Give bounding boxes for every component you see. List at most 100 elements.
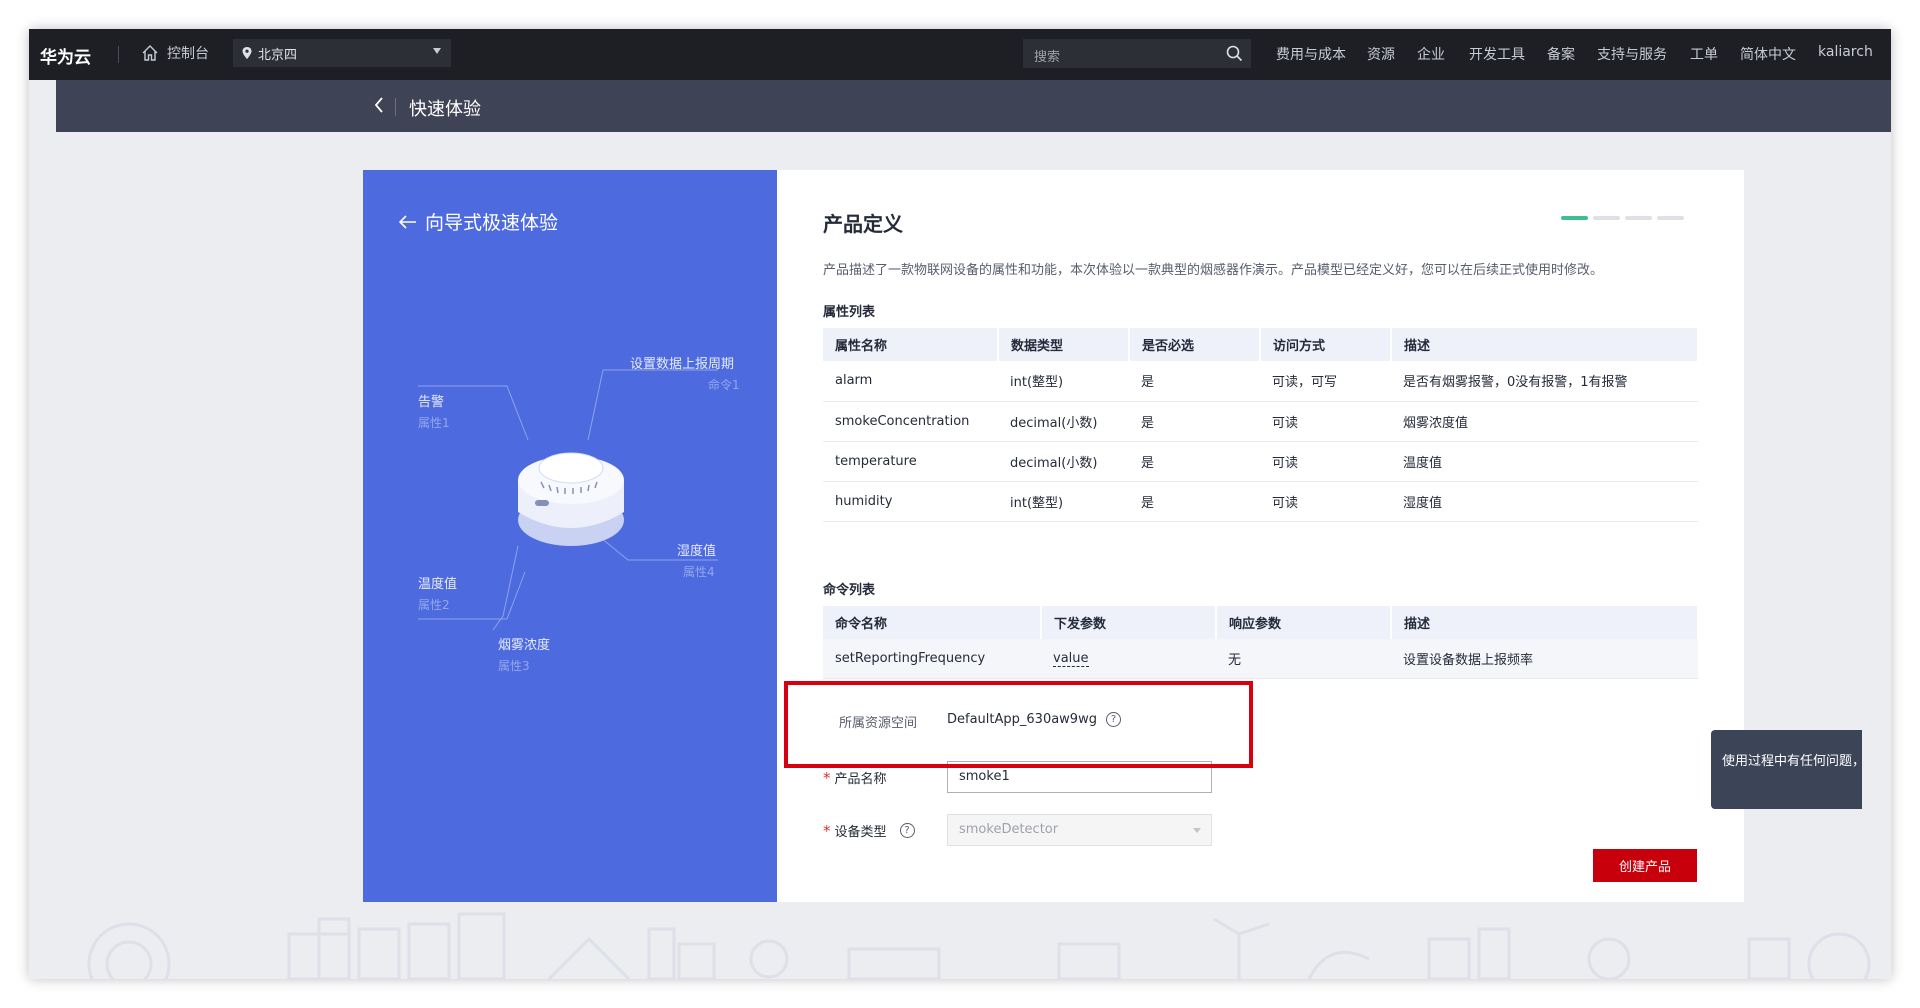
required-icon: *	[823, 769, 831, 787]
wizard-panel: 向导式极速体验 设置数据上报周期 命令1 告警 属性1 湿度值 属性4 温度值 …	[363, 170, 777, 902]
nav-enterprise[interactable]: 企业	[1417, 44, 1445, 64]
product-description: 产品描述了一款物联网设备的属性和功能，本次体验以一款典型的烟感器作演示。产品模型…	[823, 263, 1604, 278]
help-icon[interactable]: ?	[1105, 712, 1121, 727]
section-title: 产品定义	[823, 212, 903, 236]
resource-space-label: 所属资源空间	[839, 716, 918, 731]
region-label: 北京四	[258, 47, 298, 63]
diagram-label-alarm: 告警	[418, 395, 445, 410]
diagram-sub-attr3: 属性3	[498, 659, 530, 673]
cell: setReportingFrequency	[823, 639, 1041, 679]
chevron-down-icon	[433, 48, 441, 54]
diagram-label-set-period: 设置数据上报周期	[630, 357, 735, 372]
nav-devtools[interactable]: 开发工具	[1469, 44, 1525, 64]
cell: 无	[1216, 639, 1391, 679]
col-down-params: 下发参数	[1041, 606, 1217, 639]
product-definition-panel: 产品定义 产品描述了一款物联网设备的属性和功能，本次体验以一款典型的烟感器作演示…	[777, 170, 1744, 902]
cell: int(整型)	[998, 361, 1129, 402]
attr-list-title: 属性列表	[823, 305, 876, 320]
cell: decimal(小数)	[998, 441, 1129, 482]
region-select[interactable]: 北京四	[233, 39, 451, 67]
cell: 是否有烟雾报警，0没有报警，1有报警	[1391, 361, 1698, 402]
col-cmd-name: 命令名称	[823, 606, 1042, 639]
create-product-button[interactable]: 创建产品	[1593, 849, 1697, 882]
param-link[interactable]: value	[1053, 650, 1089, 667]
cmd-list-title: 命令列表	[823, 583, 876, 598]
cell: 湿度值	[1391, 481, 1698, 522]
step-4	[1657, 216, 1684, 220]
cell: temperature	[823, 441, 998, 482]
cell: 烟雾浓度值	[1391, 401, 1698, 442]
table-row: smokeConcentration decimal(小数) 是 可读 烟雾浓度…	[823, 401, 1698, 442]
chevron-left-icon[interactable]	[373, 96, 385, 114]
table-row: humidity int(整型) 是 可读 湿度值	[823, 481, 1698, 522]
diagram-label-humidity: 湿度值	[677, 544, 717, 559]
col-data-type: 数据类型	[998, 328, 1130, 361]
cell: value	[1041, 639, 1216, 679]
col-cmd-description: 描述	[1391, 606, 1699, 639]
console-link[interactable]: 控制台	[141, 43, 209, 63]
cell: int(整型)	[998, 481, 1129, 522]
page-header: 快速体验	[56, 80, 1891, 132]
location-pin-icon	[242, 47, 252, 59]
col-access: 访问方式	[1260, 328, 1392, 361]
resource-space-value: DefaultApp_630aw9wg	[947, 712, 1097, 727]
quick-experience-card: 向导式极速体验 设置数据上报周期 命令1 告警 属性1 湿度值 属性4 温度值 …	[363, 170, 1744, 902]
product-name-input[interactable]: smoke1	[947, 761, 1212, 793]
wizard-back[interactable]: 向导式极速体验	[399, 208, 558, 235]
step-1	[1561, 216, 1588, 220]
cell: 是	[1129, 481, 1260, 522]
diagram-label-smoke: 烟雾浓度	[498, 638, 551, 653]
search-icon[interactable]	[1226, 45, 1243, 62]
col-attr-name: 属性名称	[823, 328, 999, 361]
table-header-row: 属性名称 数据类型 是否必选 访问方式 描述	[823, 328, 1699, 361]
nav-tickets[interactable]: 工单	[1690, 44, 1718, 64]
nav-icp[interactable]: 备案	[1547, 44, 1575, 64]
cell: 可读	[1260, 441, 1391, 482]
product-name-label: 产品名称	[834, 772, 887, 787]
table-row: temperature decimal(小数) 是 可读 温度值	[823, 441, 1698, 482]
cell: humidity	[823, 481, 998, 522]
nav-user[interactable]: kaliarch	[1818, 44, 1873, 60]
cell: smokeConcentration	[823, 401, 998, 442]
divider	[395, 98, 396, 116]
table-row: alarm int(整型) 是 可读，可写 是否有烟雾报警，0没有报警，1有报警	[823, 361, 1698, 402]
diagram-sub-attr2: 属性2	[418, 598, 450, 612]
step-3	[1625, 216, 1652, 220]
diagram-sub-cmd1: 命令1	[708, 378, 740, 392]
device-type-select[interactable]: smokeDetector	[947, 814, 1212, 846]
device-type-label-wrap: * 设备类型?	[823, 821, 915, 840]
divider	[118, 46, 119, 63]
nav-support[interactable]: 支持与服务	[1597, 44, 1667, 64]
nav-resources[interactable]: 资源	[1367, 44, 1395, 64]
console-label: 控制台	[167, 46, 209, 62]
command-table: 命令名称 下发参数 响应参数 描述 setReportingFrequency …	[823, 606, 1699, 679]
resource-space-row: DefaultApp_630aw9wg ?	[947, 712, 1121, 727]
search-input[interactable]: 搜索	[1023, 39, 1251, 68]
device-type-value: smokeDetector	[959, 822, 1059, 837]
attribute-table: 属性名称 数据类型 是否必选 访问方式 描述 alarm int(整型) 是 可…	[823, 328, 1699, 522]
help-icon[interactable]: ?	[899, 823, 915, 838]
step-indicator	[1561, 216, 1684, 220]
col-description: 描述	[1391, 328, 1699, 361]
cell: alarm	[823, 361, 998, 402]
cell: 是	[1129, 441, 1260, 482]
cell: 可读	[1260, 481, 1391, 522]
top-navbar: 华为云 控制台 北京四 搜索 费用与成本 资源 企业 开发工具 备案 支持与服务…	[29, 29, 1891, 80]
nav-language[interactable]: 简体中文	[1740, 44, 1796, 64]
cell: decimal(小数)	[998, 401, 1129, 442]
col-resp-params: 响应参数	[1216, 606, 1392, 639]
diagram-sub-attr1: 属性1	[418, 416, 450, 430]
cell: 设置设备数据上报频率	[1391, 639, 1698, 679]
product-name-label-wrap: * 产品名称	[823, 768, 887, 787]
cell: 是	[1129, 401, 1260, 442]
help-tooltip[interactable]: 使用过程中有任何问题，智能	[1711, 730, 1862, 809]
page-title: 快速体验	[409, 99, 481, 120]
col-required: 是否必选	[1129, 328, 1261, 361]
smoke-detector-diagram: 设置数据上报周期 命令1 告警 属性1 湿度值 属性4 温度值 属性2 烟雾浓度…	[363, 330, 777, 673]
brand-logo[interactable]: 华为云	[40, 43, 91, 68]
cell: 温度值	[1391, 441, 1698, 482]
step-2	[1593, 216, 1620, 220]
wizard-title: 向导式极速体验	[425, 212, 559, 234]
nav-billing[interactable]: 费用与成本	[1276, 44, 1346, 64]
cell: 可读	[1260, 401, 1391, 442]
